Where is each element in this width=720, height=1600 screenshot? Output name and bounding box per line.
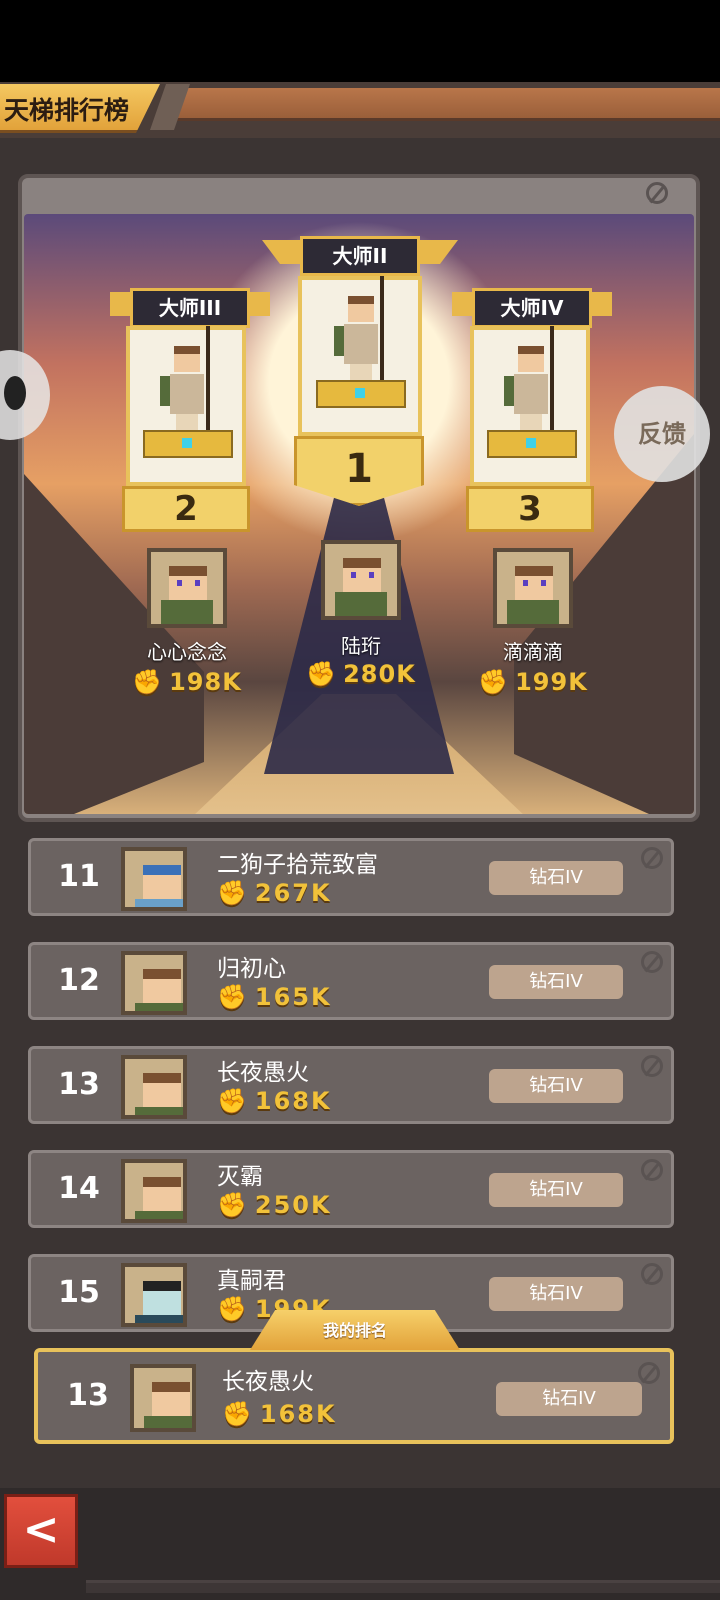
slash-circle-icon[interactable]: [638, 1362, 660, 1384]
podium-card-first[interactable]: [298, 276, 422, 436]
tier-badge: 钻石IV: [496, 1382, 642, 1416]
player-name: 真嗣君: [217, 1268, 286, 1294]
power-second: ✊ 198K: [132, 668, 242, 696]
hero-sprite: [334, 276, 388, 386]
tier-badge: 钻石IV: [489, 1277, 623, 1311]
fist-icon: ✊: [222, 1400, 254, 1428]
avatar[interactable]: [121, 1055, 187, 1119]
fist-icon: ✊: [217, 983, 249, 1011]
tier-badge: 钻石IV: [489, 965, 623, 999]
power-value: ✊ 168K: [217, 1087, 332, 1115]
pedestal: [316, 380, 406, 408]
avatar[interactable]: [493, 548, 573, 628]
player-name: 长夜愚火: [222, 1369, 314, 1395]
fist-icon: ✊: [478, 668, 510, 696]
fist-icon: ✊: [217, 1191, 249, 1219]
slash-circle-icon[interactable]: [641, 1055, 663, 1077]
fist-icon: ✊: [217, 879, 249, 907]
division-banner-first: 大师II: [300, 236, 420, 276]
division-banner-third: 大师IV: [472, 288, 592, 328]
avatar[interactable]: [147, 548, 227, 628]
power-value: ✊ 168K: [222, 1400, 337, 1428]
tier-badge: 钻石IV: [489, 861, 623, 895]
hero-sprite: [504, 326, 558, 436]
rank-number: 12: [58, 963, 100, 998]
top-bar-stripe: [170, 88, 720, 121]
slash-circle-icon[interactable]: [641, 847, 663, 869]
rank-number: 13: [58, 1067, 100, 1102]
status-bar: [0, 0, 720, 82]
player-name: 二狗子拾荒致富: [217, 852, 378, 878]
player-name: 灭霸: [217, 1164, 263, 1190]
list-item[interactable]: 12 归初心 ✊ 165K 钻石IV: [28, 942, 674, 1020]
power-value: ✊ 250K: [217, 1191, 332, 1219]
list-item[interactable]: 13 长夜愚火 ✊ 168K 钻石IV: [28, 1046, 674, 1124]
scene-tower: [264, 474, 454, 774]
list-item[interactable]: 14 灭霸 ✊ 250K 钻石IV: [28, 1150, 674, 1228]
rank-number: 13: [67, 1378, 109, 1413]
avatar[interactable]: [121, 1263, 187, 1327]
division-banner-second: 大师III: [130, 288, 250, 328]
rank-number: 11: [58, 859, 100, 894]
place-plate-third: 3: [466, 486, 594, 532]
pedestal: [143, 430, 233, 458]
tier-badge: 钻石IV: [489, 1173, 623, 1207]
power-third: ✊ 199K: [478, 668, 588, 696]
chevron-left-icon: <: [22, 1504, 60, 1555]
power-value: ✊ 165K: [217, 983, 332, 1011]
bottom-strip: [86, 1580, 720, 1593]
title-tab: 天梯排行榜: [0, 84, 160, 133]
avatar[interactable]: [121, 847, 187, 911]
avatar[interactable]: [130, 1364, 196, 1432]
fist-icon: ✊: [217, 1295, 249, 1323]
slash-circle-icon[interactable]: [641, 951, 663, 973]
power-first: ✊ 280K: [306, 660, 416, 688]
power-value: ✊ 267K: [217, 879, 332, 907]
page-title: 天梯排行榜: [4, 96, 130, 125]
avatar[interactable]: [121, 1159, 187, 1223]
podium-card-third[interactable]: [470, 326, 590, 486]
player-name-first: 陆珩: [341, 634, 381, 658]
player-name-third: 滴滴滴: [503, 640, 563, 664]
avatar[interactable]: [121, 951, 187, 1015]
player-name-second: 心心念念: [147, 640, 227, 664]
slash-circle-icon[interactable]: [646, 182, 668, 204]
place-plate-second: 2: [122, 486, 250, 532]
tier-badge: 钻石IV: [489, 1069, 623, 1103]
fist-icon: ✊: [217, 1087, 249, 1115]
player-name: 长夜愚火: [217, 1060, 309, 1086]
avatar[interactable]: [321, 540, 401, 620]
list-item[interactable]: 11 二狗子拾荒致富 ✊ 267K 钻石IV: [28, 838, 674, 916]
rank-number: 15: [58, 1275, 100, 1310]
fist-icon: ✊: [306, 660, 338, 688]
slash-circle-icon[interactable]: [641, 1263, 663, 1285]
penguin-icon: [4, 376, 26, 410]
my-rank-row[interactable]: 13 长夜愚火 ✊ 168K 钻石IV: [34, 1348, 674, 1444]
rank-number: 14: [58, 1171, 100, 1206]
fist-icon: ✊: [132, 668, 164, 696]
podium-card-second[interactable]: [126, 326, 246, 486]
back-button[interactable]: <: [4, 1494, 78, 1568]
player-name: 归初心: [217, 956, 286, 982]
pedestal: [487, 430, 577, 458]
my-rank-tag: 我的排名: [250, 1310, 460, 1350]
slash-circle-icon[interactable]: [641, 1159, 663, 1181]
hero-sprite: [160, 326, 214, 436]
feedback-button[interactable]: 反馈: [614, 386, 710, 482]
